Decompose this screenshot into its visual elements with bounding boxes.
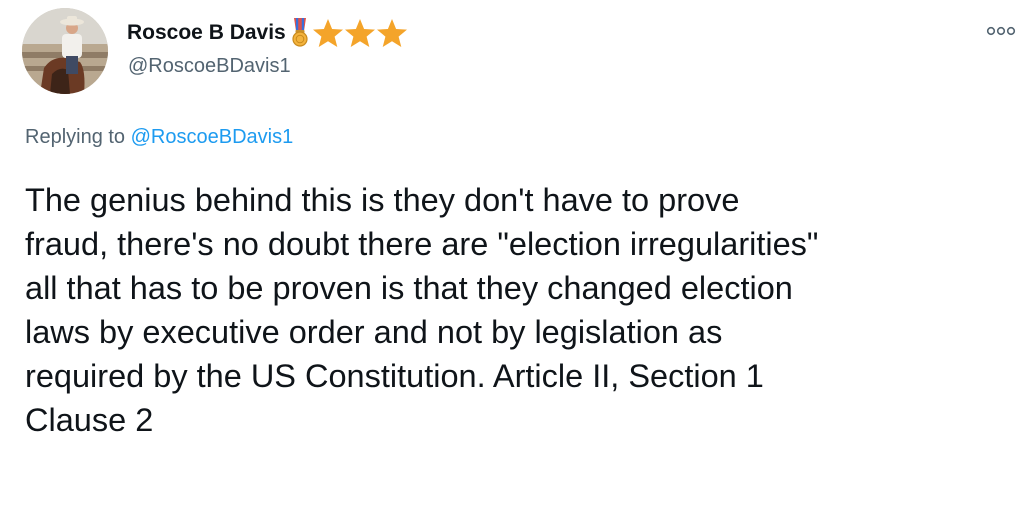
more-options-icon[interactable] bbox=[986, 24, 1016, 38]
tweet-text-line: fraud, there's no doubt there are "elect… bbox=[25, 226, 819, 262]
author-handle[interactable]: @RoscoeBDavis1 bbox=[128, 55, 291, 78]
tweet-text: The genius behind this is they don't hav… bbox=[25, 178, 1015, 442]
replying-to-mention-link[interactable]: @RoscoeBDavis1 bbox=[131, 126, 294, 148]
tweet-card: Roscoe B Davis @RoscoeBDavis1 Replying t… bbox=[0, 0, 1024, 505]
tweet-text-line: all that has to be proven is that they c… bbox=[25, 270, 793, 306]
replying-to-label: Replying to bbox=[25, 126, 126, 148]
tweet-text-line: required by the US Constitution. Article… bbox=[25, 358, 764, 394]
replying-to-line: Replying to @RoscoeBDavis1 bbox=[25, 126, 293, 149]
star-icon bbox=[312, 18, 344, 48]
military-medal-icon bbox=[291, 18, 309, 48]
tweet-text-line: Clause 2 bbox=[25, 402, 154, 438]
star-badge-group bbox=[312, 18, 408, 48]
avatar[interactable] bbox=[22, 8, 108, 94]
author-name-row: Roscoe B Davis bbox=[127, 16, 408, 50]
star-icon bbox=[344, 18, 376, 48]
tweet-text-line: The genius behind this is they don't hav… bbox=[25, 182, 740, 218]
star-icon bbox=[376, 18, 408, 48]
author-display-name[interactable]: Roscoe B Davis bbox=[127, 21, 286, 45]
avatar-photo bbox=[22, 8, 108, 94]
tweet-text-line: laws by executive order and not by legis… bbox=[25, 314, 723, 350]
